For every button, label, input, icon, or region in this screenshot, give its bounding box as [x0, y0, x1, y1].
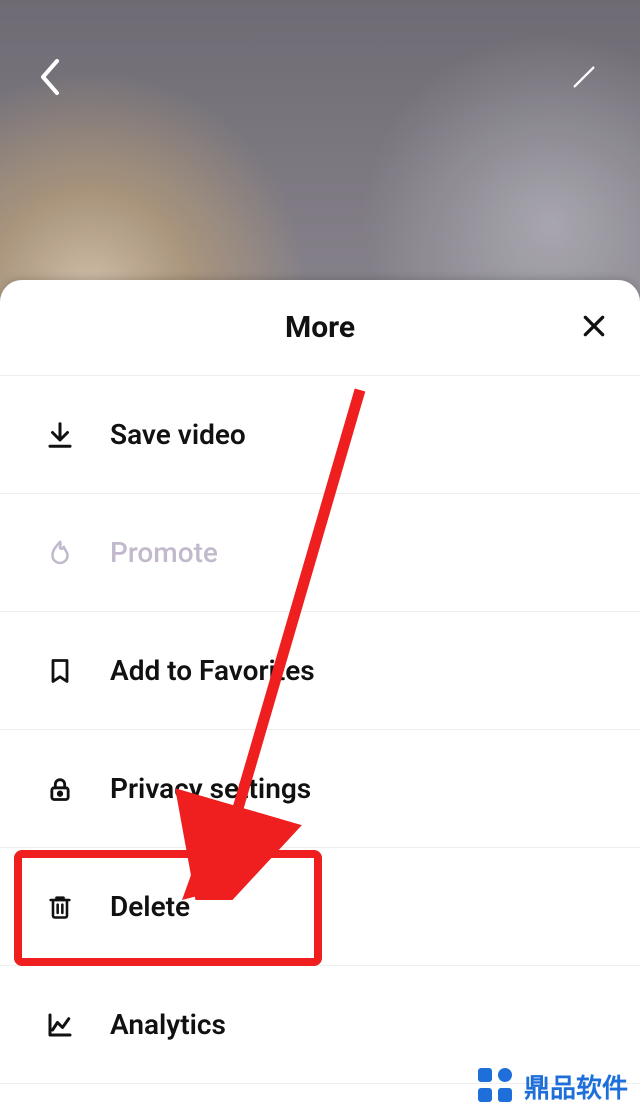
more-options-sheet: More Save video Promote [0, 280, 640, 1118]
screen: More Save video Promote [0, 0, 640, 1118]
download-icon [40, 415, 80, 455]
menu-item-save-video[interactable]: Save video [0, 376, 640, 494]
menu-item-label: Delete [110, 890, 190, 923]
sheet-title: More [285, 310, 355, 345]
menu-list: Save video Promote Add to Favorites Priv… [0, 376, 640, 1118]
menu-item-label: Promote [110, 536, 218, 569]
analytics-icon [40, 1005, 80, 1045]
bookmark-icon [40, 651, 80, 691]
close-icon [581, 313, 607, 342]
menu-item-pin[interactable]: Pin [0, 1084, 640, 1118]
menu-item-privacy-settings[interactable]: Privacy settings [0, 730, 640, 848]
menu-item-label: Privacy settings [110, 772, 311, 805]
close-button[interactable] [574, 308, 614, 348]
menu-item-promote[interactable]: Promote [0, 494, 640, 612]
back-button[interactable] [28, 56, 72, 100]
pencil-icon [570, 63, 598, 94]
menu-item-add-favorites[interactable]: Add to Favorites [0, 612, 640, 730]
menu-item-delete[interactable]: Delete [0, 848, 640, 966]
menu-item-label: Add to Favorites [110, 654, 315, 687]
menu-item-label: Analytics [110, 1008, 226, 1041]
trash-icon [40, 887, 80, 927]
lock-icon [40, 769, 80, 809]
chevron-left-icon [37, 57, 63, 100]
menu-item-label: Save video [110, 418, 246, 451]
edit-button[interactable] [562, 56, 606, 100]
sheet-header: More [0, 280, 640, 376]
flame-icon [40, 533, 80, 573]
menu-item-analytics[interactable]: Analytics [0, 966, 640, 1084]
